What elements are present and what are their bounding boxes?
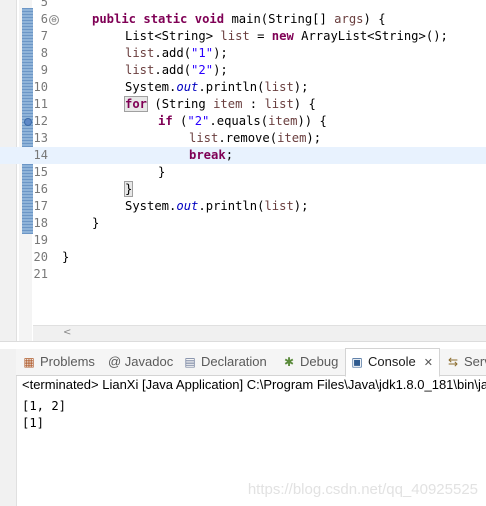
line-number: 21 — [33, 267, 48, 281]
tab-problems[interactable]: ▦ Problems — [22, 349, 95, 375]
code-text: for (String item : list) { — [123, 96, 316, 112]
code-text: break; — [189, 148, 234, 162]
line-number: 5 — [40, 0, 48, 9]
close-icon[interactable]: ✕ — [424, 357, 433, 369]
line-number: 11 — [33, 97, 48, 111]
console-icon: ▣ — [351, 355, 363, 369]
tab-console[interactable]: ▣ Console ✕ — [345, 348, 440, 377]
line-number: 6 — [40, 12, 48, 26]
code-line: 8 list.add("1"); — [0, 45, 486, 62]
line-number: 10 — [33, 80, 48, 94]
console-output-line: [1, 2] — [22, 399, 67, 413]
tab-debug[interactable]: ✱ Debug — [282, 349, 338, 375]
code-text: System.out.println(list); — [125, 80, 309, 94]
code-line: 11 for (String item : list) { — [0, 96, 486, 113]
code-text: System.out.println(list); — [125, 199, 309, 213]
line-number: 7 — [40, 29, 48, 43]
tab-javadoc[interactable]: @ Javadoc — [108, 349, 173, 375]
console-left-strip — [0, 349, 17, 506]
console-description: <terminated> LianXi [Java Application] C… — [22, 377, 486, 392]
declaration-icon: ▤ — [184, 355, 196, 369]
code-text: if ("2".equals(item)) { — [158, 114, 327, 128]
code-text: list.add("2"); — [125, 63, 228, 77]
code-line: 17 System.out.println(list); — [0, 198, 486, 215]
code-line: 9 list.add("2"); — [0, 62, 486, 79]
code-editor[interactable]: 5 6 ⊖ public static void main(String[] a… — [0, 0, 486, 342]
code-line: 19 — [0, 232, 486, 249]
code-line: 20 } — [0, 249, 486, 266]
line-number: 8 — [40, 46, 48, 60]
line-number: 9 — [40, 63, 48, 77]
code-text: list.remove(item); — [189, 131, 322, 145]
occurrence-marker-icon — [24, 118, 32, 126]
code-line: 21 — [0, 266, 486, 283]
scroll-left-icon[interactable]: < — [63, 327, 71, 338]
code-line: 13 list.remove(item); — [0, 130, 486, 147]
code-text: } — [158, 165, 166, 179]
view-tab-bar: ▦ Problems @ Javadoc ▤ Declaration ✱ Debug … — [16, 348, 486, 377]
debug-icon: ✱ — [283, 355, 295, 369]
fold-collapse-icon[interactable]: ⊖ — [49, 15, 59, 25]
code-text: List<String> list = new ArrayList<String… — [125, 29, 448, 43]
code-line: 15 } — [0, 164, 486, 181]
code-line: 6 ⊖ public static void main(String[] arg… — [0, 11, 486, 28]
line-number: 15 — [33, 165, 48, 179]
code-line: 18 } — [0, 215, 486, 232]
code-text: list.add("1"); — [125, 46, 228, 60]
line-number: 13 — [33, 131, 48, 145]
code-line: 7 List<String> list = new ArrayList<Stri… — [0, 28, 486, 45]
code-line: 12 if ("2".equals(item)) { — [0, 113, 486, 130]
line-number: 14 — [33, 148, 48, 162]
servers-icon: ⇆ — [447, 355, 459, 369]
code-text: } — [62, 250, 70, 264]
current-code-line: 14 break; — [0, 147, 486, 164]
line-number: 18 — [33, 216, 48, 230]
line-number: 19 — [33, 233, 48, 247]
code-line: 10 System.out.println(list); — [0, 79, 486, 96]
code-line: 16 } — [0, 181, 486, 198]
code-text: } — [123, 181, 134, 197]
code-text: public static void main(String[] args) { — [92, 12, 386, 26]
watermark: https://blog.csdn.net/qq_40925525 — [247, 481, 478, 498]
tab-declaration[interactable]: ▤ Declaration — [183, 349, 266, 375]
line-number: 16 — [33, 182, 48, 196]
code-text: } — [92, 216, 100, 230]
line-number: 17 — [33, 199, 48, 213]
line-number: 20 — [33, 250, 48, 264]
console-output-line: [1] — [22, 416, 45, 430]
horizontal-scrollbar[interactable]: < — [33, 325, 486, 342]
tab-servers[interactable]: ⇆Serv — [446, 349, 486, 375]
problems-icon: ▦ — [23, 355, 35, 369]
code-line: 5 — [0, 0, 486, 11]
